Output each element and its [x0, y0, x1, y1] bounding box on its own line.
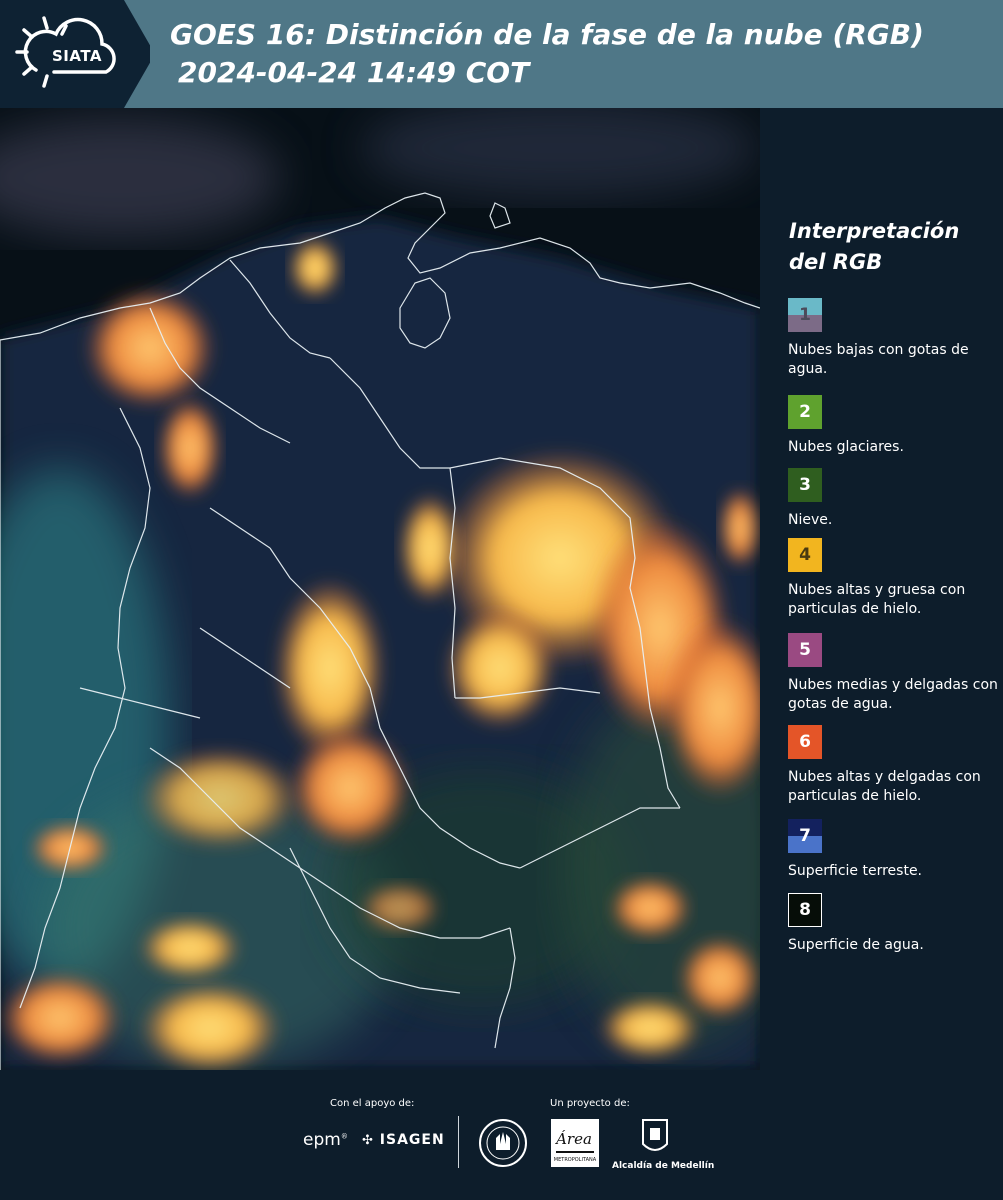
- legend-number-3: 3: [799, 475, 811, 495]
- legend-number-4: 4: [799, 545, 811, 565]
- isagen-icon: ✣: [362, 1133, 374, 1148]
- legend-label-4: Nubes altas y gruesa con particulas de h…: [788, 582, 966, 617]
- medellin-seal-icon: [479, 1119, 527, 1167]
- project-label: Un proyecto de:: [550, 1098, 630, 1109]
- amva-logo: Área METROPOLITANA: [551, 1119, 599, 1167]
- legend-number-1: 1: [799, 305, 811, 325]
- legend-item-6: 6 Nubes altas y delgadas con particulas …: [788, 725, 1003, 806]
- footer: Con el apoyo de: Un proyecto de: epm® ✣ …: [0, 1070, 1003, 1200]
- legend-number-7: 7: [799, 826, 811, 846]
- legend-swatch-3: 3: [788, 468, 822, 502]
- legend-item-3: 3 Nieve.: [788, 468, 1003, 530]
- legend-panel: Interpretación del RGB 1 Nubes bajas con…: [760, 108, 1003, 1070]
- alcaldia-shield-icon: [642, 1119, 668, 1151]
- legend-label-6: Nubes altas y delgadas con particulas de…: [788, 769, 981, 804]
- legend-label-8: Superficie de agua.: [788, 937, 924, 953]
- header-bar: SIATA GOES 16: Distinción de la fase de …: [0, 0, 1003, 108]
- legend-item-1: 1 Nubes bajas con gotas de agua.: [788, 298, 1003, 379]
- siata-logo: SIATA: [0, 0, 150, 108]
- legend-swatch-1: 1: [788, 298, 822, 332]
- legend-title: Interpretación del RGB: [789, 219, 960, 274]
- legend-swatch-4: 4: [788, 538, 822, 572]
- isagen-logo: ✣ ISAGEN: [362, 1132, 445, 1148]
- legend-item-7: 7 Superficie terreste.: [788, 819, 1003, 881]
- svg-text:Área: Área: [554, 1130, 592, 1148]
- legend-label-1: Nubes bajas con gotas de agua.: [788, 342, 969, 377]
- legend-number-5: 5: [799, 640, 811, 660]
- legend-item-5: 5 Nubes medias y delgadas con gotas de a…: [788, 633, 1003, 714]
- legend-number-8: 8: [799, 900, 811, 920]
- legend-label-7: Superficie terreste.: [788, 863, 923, 879]
- legend-number-2: 2: [799, 402, 811, 422]
- epm-logo: epm®: [303, 1130, 348, 1150]
- legend-swatch-5: 5: [788, 633, 822, 667]
- legend-item-2: 2 Nubes glaciares.: [788, 395, 1003, 457]
- epm-logo-text: epm: [303, 1130, 341, 1150]
- isagen-logo-text: ISAGEN: [379, 1132, 445, 1148]
- legend-label-3: Nieve.: [788, 512, 833, 528]
- legend-label-2: Nubes glaciares.: [788, 439, 904, 455]
- legend-number-6: 6: [799, 732, 811, 752]
- timestamp: 2024-04-24 14:49 COT: [178, 56, 530, 89]
- legend-item-4: 4 Nubes altas y gruesa con particulas de…: [788, 538, 1003, 619]
- satellite-map: [0, 108, 760, 1070]
- legend-swatch-2: 2: [788, 395, 822, 429]
- legend-swatch-7: 7: [788, 819, 822, 853]
- rgb-satellite-image: [0, 108, 760, 1070]
- alcaldia-logo-text: Alcaldía de Medellín: [612, 1161, 715, 1171]
- support-label: Con el apoyo de:: [330, 1098, 415, 1109]
- legend-swatch-6: 6: [788, 725, 822, 759]
- page-title: GOES 16: Distinción de la fase de la nub…: [170, 18, 924, 51]
- footer-divider: [458, 1116, 459, 1168]
- legend-label-5: Nubes medias y delgadas con gotas de agu…: [788, 677, 998, 712]
- siata-logo-text: SIATA: [52, 47, 103, 65]
- svg-text:METROPOLITANA: METROPOLITANA: [554, 1157, 597, 1163]
- legend-item-8: 8 Superficie de agua.: [788, 893, 1003, 955]
- legend-swatch-8: 8: [788, 893, 822, 927]
